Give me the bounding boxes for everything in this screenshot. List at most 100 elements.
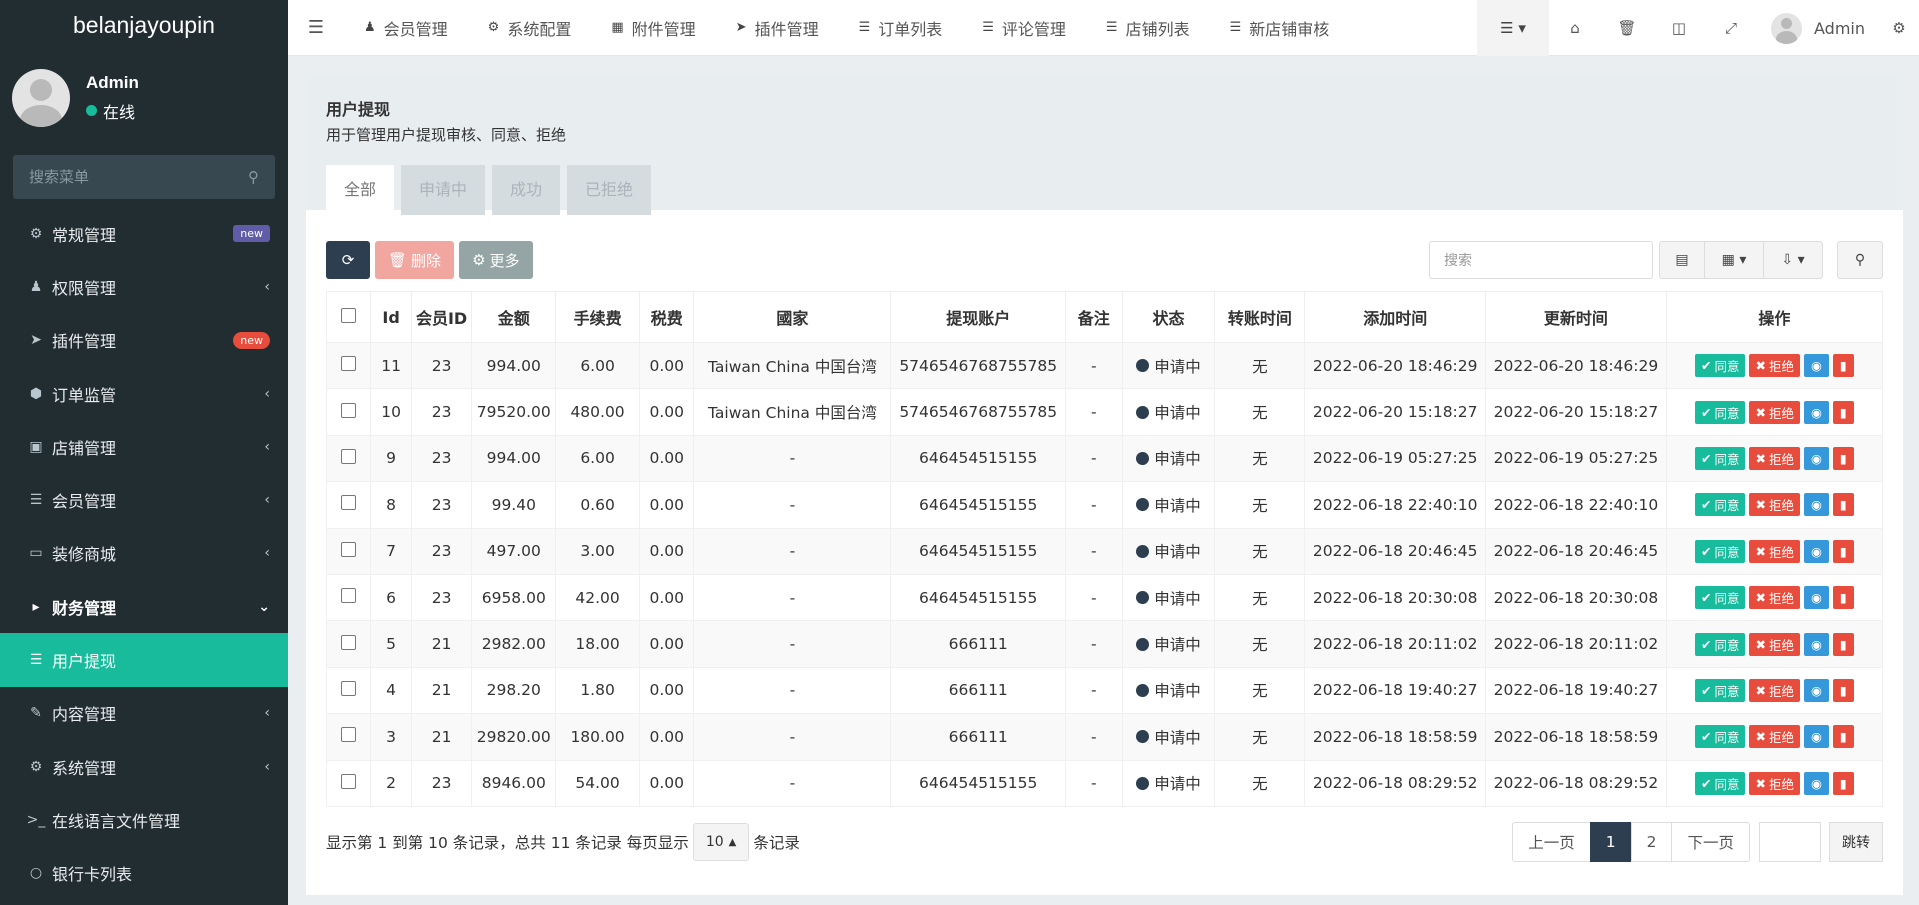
columns-button[interactable]: ▦ ▾ xyxy=(1704,241,1764,279)
column-header[interactable]: 转账时间 xyxy=(1214,291,1306,343)
column-header[interactable]: Id xyxy=(370,291,412,343)
approve-button[interactable]: ✔ 同意 xyxy=(1694,400,1746,424)
sidebar-item-content[interactable]: ✎ 内容管理 ‹ xyxy=(0,687,288,740)
reject-button[interactable]: ✖ 拒绝 xyxy=(1749,632,1800,656)
view-button[interactable]: ◉ xyxy=(1803,586,1829,610)
column-header[interactable]: 备注 xyxy=(1065,291,1123,343)
tab-pending[interactable]: 申请中 xyxy=(401,165,486,215)
table-row[interactable]: 7 23 497.00 3.00 0.00-646454515155- 申请中无 2022-… xyxy=(325,527,1884,575)
gears-icon[interactable]: ⚙ xyxy=(1879,19,1919,37)
column-header[interactable]: 税费 xyxy=(638,291,695,343)
reject-button[interactable]: ✖ 拒绝 xyxy=(1749,678,1800,702)
reject-button[interactable]: ✖ 拒绝 xyxy=(1749,771,1800,795)
delete-row-button[interactable]: ▮ xyxy=(1832,446,1854,470)
page-1-button[interactable]: 1 xyxy=(1589,822,1632,862)
view-button[interactable]: ◉ xyxy=(1803,678,1829,702)
approve-button[interactable]: ✔ 同意 xyxy=(1694,586,1746,610)
row-checkbox[interactable] xyxy=(341,634,357,650)
reject-button[interactable]: ✖ 拒绝 xyxy=(1749,539,1800,563)
approve-button[interactable]: ✔ 同意 xyxy=(1694,725,1746,749)
tab-all[interactable]: 全部 xyxy=(326,165,395,215)
advanced-search-button[interactable]: ⚲ xyxy=(1837,241,1883,279)
sidebar-item-bankcards[interactable]: ○ 银行卡列表 xyxy=(0,847,288,900)
column-header[interactable]: 金额 xyxy=(471,291,557,343)
row-checkbox[interactable] xyxy=(341,356,357,372)
sidebar-item-shops[interactable]: ▣ 店铺管理 ‹ xyxy=(0,420,288,473)
table-row[interactable]: 5 21 2982.00 18.00 0.00-666111- 申请中无 2022-06-1… xyxy=(325,620,1884,668)
column-header[interactable]: 手续费 xyxy=(555,291,640,343)
sidebar-item-lang[interactable]: >_ 在线语言文件管理 xyxy=(0,793,288,846)
delete-button[interactable]: 🗑 删除 xyxy=(375,241,455,279)
reject-button[interactable]: ✖ 拒绝 xyxy=(1749,725,1800,749)
row-checkbox[interactable] xyxy=(341,727,357,743)
reject-button[interactable]: ✖ 拒绝 xyxy=(1749,446,1800,470)
column-header[interactable]: 会员ID xyxy=(410,291,473,343)
view-button[interactable]: ◉ xyxy=(1803,493,1829,517)
approve-button[interactable]: ✔ 同意 xyxy=(1694,493,1746,517)
table-row[interactable]: 4 21 298.20 1.80 0.00-666111- 申请中无 2022-06-18 … xyxy=(325,666,1884,715)
column-header[interactable]: 状态 xyxy=(1121,291,1216,343)
approve-button[interactable]: ✔ 同意 xyxy=(1694,539,1746,563)
menu-search-input[interactable] xyxy=(29,168,229,186)
table-row[interactable]: 11 23 994.00 6.00 0.00 Taiwan China 中国台湾 57465… xyxy=(325,341,1884,390)
tab-rejected[interactable]: 已拒绝 xyxy=(567,165,652,215)
topnav-comments[interactable]: ☰ 评论管理 xyxy=(962,16,1086,40)
reject-button[interactable]: ✖ 拒绝 xyxy=(1749,586,1800,610)
topnav-shops[interactable]: ☰ 店铺列表 xyxy=(1086,16,1210,40)
row-checkbox[interactable] xyxy=(341,495,357,511)
sidebar-item-finance[interactable]: ▸ 财务管理 ⌄ xyxy=(0,580,288,633)
sidebar-item-auth[interactable]: ♟ 权限管理 ‹ xyxy=(0,260,288,313)
table-search-input[interactable]: 搜索 xyxy=(1429,241,1653,279)
view-button[interactable]: ◉ xyxy=(1803,539,1829,563)
refresh-button[interactable]: ⟳ xyxy=(326,241,370,279)
approve-button[interactable]: ✔ 同意 xyxy=(1694,771,1746,795)
search-icon[interactable]: ⚲ xyxy=(248,168,259,186)
delete-row-button[interactable]: ▮ xyxy=(1832,725,1854,749)
brand-logo[interactable]: belanjayoupin xyxy=(0,0,288,50)
sidebar-item-general[interactable]: ⚙ 常规管理 new xyxy=(0,207,288,260)
table-row[interactable]: 10 23 79520.00 480.00 0.00 Taiwan China 中国台湾 5… xyxy=(325,388,1884,436)
delete-row-button[interactable]: ▮ xyxy=(1832,493,1854,517)
prev-page-button[interactable]: 上一页 xyxy=(1512,822,1591,862)
row-checkbox[interactable] xyxy=(341,448,357,464)
sidebar-item-withdraw[interactable]: ☰ 用户提现 xyxy=(0,633,288,687)
topnav-plugins[interactable]: ➤ 插件管理 xyxy=(716,16,839,40)
sidebar-item-members[interactable]: ☰ 会员管理 ‹ xyxy=(0,473,288,526)
next-page-button[interactable]: 下一页 xyxy=(1671,822,1750,862)
select-all-checkbox[interactable] xyxy=(341,307,357,323)
sidebar-item-decor[interactable]: ▭ 装修商城 ‹ xyxy=(0,527,288,580)
sidebar-item-system[interactable]: ⚙ 系统管理 ‹ xyxy=(0,740,288,793)
nav-dropdown-button[interactable]: ☰ ▾ xyxy=(1477,0,1549,56)
delete-row-button[interactable]: ▮ xyxy=(1832,400,1854,424)
sidebar-item-orders[interactable]: ⬢ 订单监管 ‹ xyxy=(0,367,288,420)
row-checkbox[interactable] xyxy=(341,773,357,789)
more-button[interactable]: ⚙ 更多 xyxy=(459,241,533,279)
trash-icon[interactable]: 🗑 xyxy=(1601,19,1653,37)
reject-button[interactable]: ✖ 拒绝 xyxy=(1749,354,1800,378)
column-header[interactable]: 提现账户 xyxy=(890,291,1067,343)
menu-toggle-icon[interactable]: ☰ xyxy=(288,17,344,38)
home-icon[interactable]: ⌂ xyxy=(1549,19,1601,37)
view-button[interactable]: ◉ xyxy=(1803,771,1829,795)
row-checkbox[interactable] xyxy=(341,680,357,696)
reject-button[interactable]: ✖ 拒绝 xyxy=(1749,400,1800,424)
table-row[interactable]: 8 23 99.40 0.60 0.00-646454515155- 申请中无 2022-0… xyxy=(325,481,1884,529)
approve-button[interactable]: ✔ 同意 xyxy=(1694,678,1746,702)
view-button[interactable]: ◉ xyxy=(1803,632,1829,656)
topnav-new-shops[interactable]: ☰ 新店铺审核 xyxy=(1210,16,1350,40)
delete-row-button[interactable]: ▮ xyxy=(1832,678,1854,702)
delete-row-button[interactable]: ▮ xyxy=(1832,771,1854,795)
topnav-attachments[interactable]: ▦ 附件管理 xyxy=(591,16,715,40)
row-checkbox[interactable] xyxy=(341,588,357,604)
table-row[interactable]: 6 23 6958.00 42.00 0.00-646454515155- 申请中无 202… xyxy=(325,573,1884,622)
sidebar-item-plugins[interactable]: ➤ 插件管理 new xyxy=(0,314,288,367)
delete-row-button[interactable]: ▮ xyxy=(1832,539,1854,563)
delete-row-button[interactable]: ▮ xyxy=(1832,586,1854,610)
page-size-select[interactable]: 10 ▲ xyxy=(692,823,750,861)
tab-success[interactable]: 成功 xyxy=(492,165,561,215)
view-button[interactable]: ◉ xyxy=(1803,400,1829,424)
column-header[interactable]: 添加时间 xyxy=(1304,291,1487,343)
column-header[interactable]: 更新时间 xyxy=(1485,291,1667,343)
jump-button[interactable]: 跳转 xyxy=(1829,822,1883,862)
view-button[interactable]: ◉ xyxy=(1803,354,1829,378)
